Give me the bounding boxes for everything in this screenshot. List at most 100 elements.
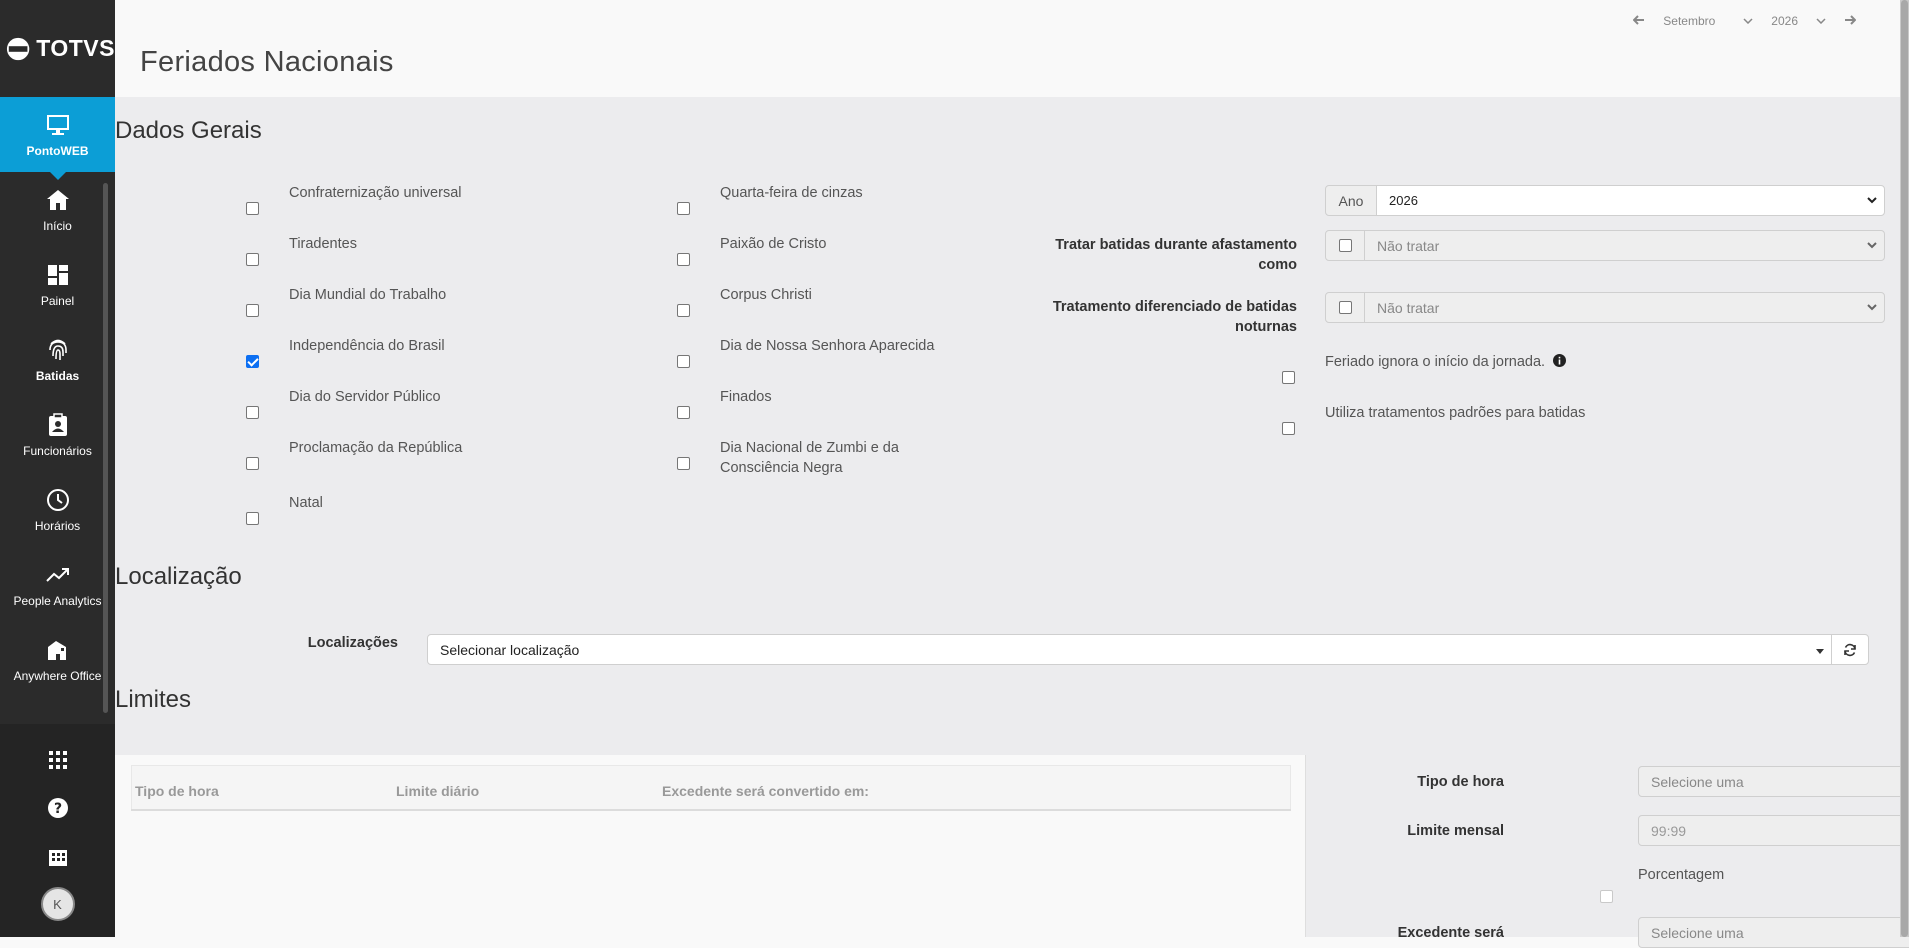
badge-icon: [44, 411, 72, 439]
holiday-label: Corpus Christi: [720, 287, 812, 303]
holiday-checkbox[interactable]: [677, 457, 690, 470]
holiday-label: Dia de Nossa Senhora Aparecida: [720, 338, 935, 354]
holiday-label: Dia do Servidor Público: [289, 389, 441, 405]
ignore-start-checkbox[interactable]: [1282, 371, 1295, 384]
monthly-limit-placeholder: 99:99: [1651, 822, 1687, 839]
sidebar-item-funcionarios[interactable]: Funcionários: [0, 397, 115, 472]
column-header: Limite diário: [396, 783, 480, 799]
holiday-label: Independência do Brasil: [289, 338, 445, 354]
monitor-icon: [44, 111, 72, 139]
hour-type-select[interactable]: Selecione uma: [1638, 766, 1909, 797]
trending-up-icon: [44, 561, 72, 589]
user-menu[interactable]: K: [0, 880, 115, 928]
hour-type-select-value: Selecione uma: [1651, 773, 1744, 790]
section-title-location: Localização: [115, 563, 242, 590]
chevron-down-icon: [1816, 18, 1826, 24]
location-select[interactable]: Selecionar localização: [427, 634, 1832, 665]
totvs-logo[interactable]: TOTVS: [0, 0, 115, 97]
sidebar-item-label: People Analytics: [13, 594, 102, 608]
table-divider: [131, 809, 1291, 811]
chevron-down-icon: [1867, 197, 1877, 204]
sidebar-scrollbar[interactable]: [103, 183, 108, 713]
building-icon[interactable]: [0, 832, 115, 880]
column-header: Tipo de hora: [135, 783, 219, 799]
holiday-checkbox[interactable]: [677, 406, 690, 419]
chevron-down-icon: [1743, 18, 1753, 24]
limits-table: Tipo de hora Limite diário Excedente ser…: [115, 755, 1305, 937]
refresh-location-button[interactable]: [1831, 634, 1869, 665]
sidebar: TOTVS PontoWEB Início Painel Batidas Fun…: [0, 0, 115, 937]
section-title-general: Dados Gerais: [115, 117, 262, 144]
period-selector: Setembro 2026: [1632, 14, 1857, 28]
main-content: Dados Gerais Confraternização universal …: [115, 97, 1909, 948]
ignore-start-text: Feriado ignora o início da jornada.: [1325, 354, 1546, 370]
brand-name: TOTVS: [36, 35, 115, 61]
fingerprint-icon: [44, 336, 72, 364]
previous-period-arrow-icon[interactable]: [1632, 14, 1645, 28]
page-title: Feriados Nacionais: [140, 46, 394, 78]
sidebar-item-pontoweb[interactable]: PontoWEB: [0, 97, 115, 180]
sidebar-bottom: ? K: [0, 724, 115, 937]
section-title-limits: Limites: [115, 686, 192, 713]
totvs-logo-icon: [6, 37, 30, 60]
home-icon: [44, 186, 72, 214]
dashboard-icon: [44, 261, 72, 289]
page-scrollbar[interactable]: [1900, 0, 1909, 937]
hour-type-label: Tipo de hora: [1417, 774, 1504, 790]
year-select-value: 2026: [1389, 193, 1418, 208]
holiday-checkbox[interactable]: [246, 406, 259, 419]
holiday-label: Finados: [720, 389, 772, 405]
sidebar-item-horarios[interactable]: Horários: [0, 472, 115, 547]
next-period-arrow-icon[interactable]: [1844, 14, 1857, 28]
percentage-checkbox[interactable]: [1600, 890, 1613, 903]
avatar[interactable]: K: [40, 887, 75, 921]
apps-grid-icon[interactable]: [0, 736, 115, 784]
holiday-checkbox[interactable]: [246, 512, 259, 525]
night-checkbox-addon: [1325, 292, 1365, 323]
month-value: Setembro: [1663, 14, 1716, 28]
sidebar-item-label: Batidas: [35, 369, 80, 383]
sidebar-item-label: Funcionários: [23, 444, 92, 458]
sidebar-item-batidas[interactable]: Batidas: [0, 322, 115, 397]
help-icon[interactable]: ?: [0, 784, 115, 832]
clock-icon: [44, 486, 72, 514]
year-select[interactable]: 2026: [1771, 14, 1826, 28]
sidebar-item-label: Início: [43, 219, 72, 233]
chevron-down-icon: [1867, 304, 1877, 311]
absence-checkbox[interactable]: [1338, 239, 1352, 252]
limits-form: Tipo de hora Selecione uma Limite mensal…: [1305, 755, 1909, 948]
holiday-checkbox[interactable]: [246, 457, 259, 470]
absence-checkbox-addon: [1325, 230, 1365, 261]
holiday-checkbox[interactable]: [246, 202, 259, 215]
night-select: Não tratar: [1364, 292, 1885, 323]
sidebar-item-people-analytics[interactable]: People Analytics: [0, 547, 115, 622]
night-checkbox[interactable]: [1338, 301, 1352, 314]
use-default-checkbox[interactable]: [1282, 422, 1295, 435]
holiday-label: Tiradentes: [289, 236, 357, 252]
holiday-checkbox[interactable]: [677, 355, 690, 368]
year-select-field[interactable]: 2026: [1376, 185, 1885, 216]
sidebar-item-anywhere-office[interactable]: Anywhere Office: [0, 622, 115, 697]
holiday-checkbox[interactable]: [246, 253, 259, 266]
location-select-placeholder: Selecionar localização: [440, 641, 580, 658]
info-icon[interactable]: [1553, 354, 1567, 367]
page-scrollbar-thumb[interactable]: [1901, 0, 1908, 937]
excess-select[interactable]: Selecione uma: [1638, 917, 1909, 948]
holiday-label: Natal: [289, 495, 323, 511]
sidebar-item-painel[interactable]: Painel: [0, 247, 115, 322]
chevron-down-icon: [1867, 242, 1877, 249]
holiday-checkbox[interactable]: [246, 355, 259, 368]
holiday-checkbox[interactable]: [677, 202, 690, 215]
holiday-checkbox[interactable]: [246, 304, 259, 317]
page-header: Feriados Nacionais Setembro 2026: [115, 0, 1900, 97]
holiday-checkbox[interactable]: [677, 304, 690, 317]
holiday-label: Quarta-feira de cinzas: [720, 185, 863, 201]
column-header: Excedente será convertido em:: [662, 783, 869, 799]
monthly-limit-input[interactable]: 99:99: [1638, 815, 1909, 846]
absence-select-value: Não tratar: [1377, 237, 1440, 254]
use-default-label: Utiliza tratamentos padrões para batidas: [1325, 405, 1586, 421]
month-select[interactable]: Setembro: [1663, 14, 1753, 28]
holiday-checkbox[interactable]: [677, 253, 690, 266]
sidebar-item-inicio[interactable]: Início: [0, 172, 115, 247]
excess-label: Excedente será: [1397, 925, 1504, 941]
